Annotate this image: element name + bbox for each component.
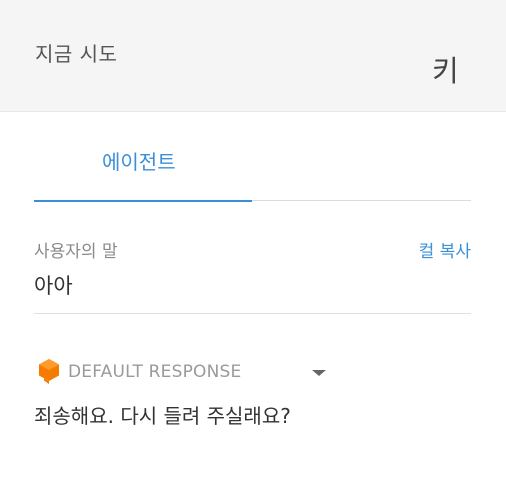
tab-agent[interactable]: 에이전트 bbox=[34, 113, 252, 202]
try-now-title: 지금 시도 bbox=[35, 42, 118, 66]
tab-agent-label: 에이전트 bbox=[102, 150, 176, 174]
copy-curl-link[interactable]: 컬 복사 bbox=[419, 237, 471, 262]
chevron-down-icon[interactable] bbox=[311, 368, 327, 378]
dialogflow-icon bbox=[39, 359, 59, 384]
user-says-text: 아아 bbox=[34, 274, 73, 298]
tab-bar: 에이전트 bbox=[34, 113, 471, 202]
panel-header: 지금 시도 키 bbox=[0, 0, 506, 112]
user-says-section: 사용자의 말 컬 복사 아아 bbox=[34, 202, 471, 314]
default-response-label: DEFAULT RESPONSE bbox=[68, 362, 242, 382]
response-text: 죄송해요. 다시 들려 주실래요? bbox=[34, 404, 291, 428]
user-says-label: 사용자의 말 bbox=[34, 242, 118, 262]
try-now-panel: 지금 시도 키 에이전트 사용자의 말 컬 복사 아아 DEFAULT RESP… bbox=[0, 0, 506, 478]
key-input-label[interactable]: 키 bbox=[432, 48, 484, 90]
response-section: DEFAULT RESPONSE 죄송해요. 다시 들려 주실래요? bbox=[34, 314, 471, 444]
